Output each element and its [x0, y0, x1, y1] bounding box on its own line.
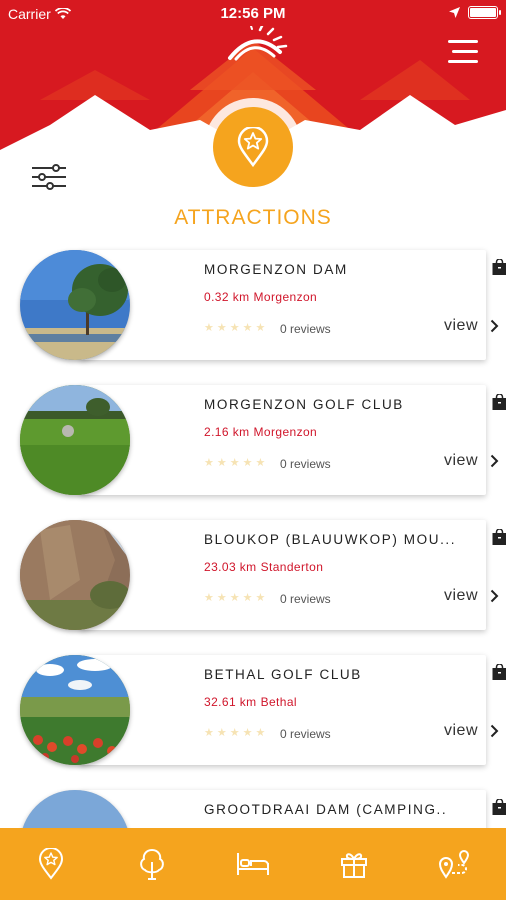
list-item[interactable]: MORGENZON GOLF CLUB 2.16 km Morgenzon ★ ★ ★… — [18, 385, 506, 497]
hamburger-menu-icon[interactable] — [444, 40, 478, 66]
app-screen: Carrier 12:56 PM ATTRACTIONS MORGENZON D… — [0, 0, 506, 900]
attraction-town: Bethal — [260, 695, 297, 709]
attraction-card[interactable]: MORGENZON DAM 0.32 km Morgenzon ★ ★ ★ ★ ★ 0 r… — [80, 250, 506, 360]
attraction-distance: 32.61 km Bethal — [204, 695, 297, 709]
shopping-bag-icon[interactable] — [492, 529, 506, 545]
status-time: 12:56 PM — [220, 5, 286, 22]
attraction-town: Standerton — [260, 560, 324, 574]
view-button[interactable]: view — [444, 722, 499, 740]
attraction-photo — [20, 655, 130, 765]
attraction-card[interactable]: BETHAL GOLF CLUB 32.61 km Bethal ★ ★ ★ ★ ★ 0 … — [80, 655, 506, 765]
location-arrow-icon — [449, 7, 460, 18]
shopping-bag-icon[interactable] — [492, 394, 506, 410]
list-item[interactable]: BLOUKOP (BLAUUWKOP) MOU... 23.03 km Stand… — [18, 520, 506, 632]
attraction-photo — [20, 520, 130, 630]
attraction-card[interactable]: MORGENZON GOLF CLUB 2.16 km Morgenzon ★ ★ ★… — [80, 385, 506, 495]
battery-icon — [468, 6, 501, 19]
attraction-town: Morgenzon — [253, 425, 318, 439]
shopping-bag-icon[interactable] — [492, 799, 506, 815]
rating-stars: ★ ★ ★ ★ ★ — [204, 457, 266, 469]
chevron-right-icon — [490, 319, 499, 333]
attraction-town: Morgenzon — [253, 290, 318, 304]
bed-icon — [236, 853, 269, 875]
chevron-right-icon — [490, 724, 499, 738]
reviews-count: 0 reviews — [280, 457, 331, 471]
view-button[interactable]: view — [444, 317, 499, 335]
attraction-photo — [20, 385, 130, 495]
map-pin-star-icon — [213, 107, 293, 187]
page-title: ATTRACTIONS — [174, 206, 332, 229]
view-button[interactable]: view — [444, 587, 499, 605]
status-bar: Carrier 12:56 PM — [0, 0, 506, 28]
attraction-name: BLOUKOP (BLAUUWKOP) MOU... — [204, 532, 457, 547]
attraction-distance: 0.32 km Morgenzon — [204, 290, 318, 304]
attraction-card[interactable]: BLOUKOP (BLAUUWKOP) MOU... 23.03 km Stand… — [80, 520, 506, 630]
nav-nature[interactable] — [127, 839, 177, 889]
attraction-photo — [20, 250, 130, 360]
map-pin-star-icon — [38, 848, 63, 880]
attraction-distance: 23.03 km Standerton — [204, 560, 324, 574]
shopping-bag-icon[interactable] — [492, 259, 506, 275]
rating-stars: ★ ★ ★ ★ ★ — [204, 322, 266, 334]
shopping-bag-icon[interactable] — [492, 664, 506, 680]
nav-attractions[interactable] — [26, 839, 76, 889]
list-item[interactable]: MORGENZON DAM 0.32 km Morgenzon ★ ★ ★ ★ ★ 0 r… — [18, 250, 506, 362]
sun-logo-icon — [228, 26, 288, 61]
list-item[interactable]: BETHAL GOLF CLUB 32.61 km Bethal ★ ★ ★ ★ ★ 0 … — [18, 655, 506, 767]
attraction-name: MORGENZON GOLF CLUB — [204, 397, 404, 412]
nav-specials[interactable] — [329, 839, 379, 889]
view-button[interactable]: view — [444, 452, 499, 470]
route-icon — [439, 850, 470, 879]
reviews-count: 0 reviews — [280, 322, 331, 336]
attraction-distance: 2.16 km Morgenzon — [204, 425, 318, 439]
bottom-nav — [0, 828, 506, 900]
sliders-filter-icon[interactable] — [30, 163, 68, 191]
attraction-name: BETHAL GOLF CLUB — [204, 667, 362, 682]
chevron-right-icon — [490, 589, 499, 603]
nav-accommodation[interactable] — [228, 839, 278, 889]
attraction-name: GROOTDRAAI DAM (CAMPING.. — [204, 802, 448, 817]
reviews-count: 0 reviews — [280, 727, 331, 741]
reviews-count: 0 reviews — [280, 592, 331, 606]
attraction-name: MORGENZON DAM — [204, 262, 348, 277]
chevron-right-icon — [490, 454, 499, 468]
rating-stars: ★ ★ ★ ★ ★ — [204, 592, 266, 604]
gift-icon — [341, 853, 368, 878]
tree-icon — [139, 848, 164, 880]
rating-stars: ★ ★ ★ ★ ★ — [204, 727, 266, 739]
nav-routes[interactable] — [430, 839, 480, 889]
